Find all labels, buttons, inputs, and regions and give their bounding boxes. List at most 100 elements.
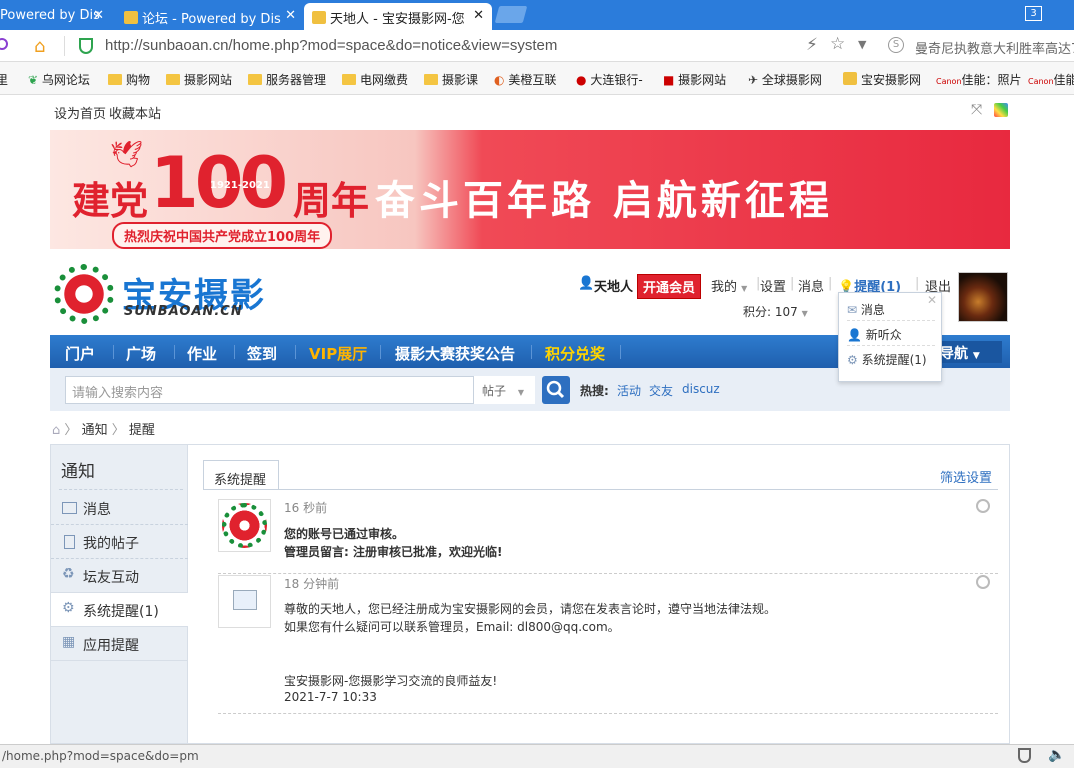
user-icon: 👤	[578, 276, 595, 291]
nav-contest[interactable]: 摄影大赛获奖公告	[395, 343, 515, 364]
system-notice-icon	[233, 590, 257, 610]
nav-portal[interactable]: 门户	[65, 343, 95, 364]
nav-points-exchange[interactable]: 积分兑奖	[545, 343, 605, 364]
popup-system-reminders[interactable]: ⚙ 系统提醒(1)	[847, 351, 927, 368]
envelope-icon	[62, 502, 77, 514]
tab-system-reminders[interactable]: 系统提醒	[203, 460, 279, 490]
gear-icon: ⚙	[62, 600, 75, 616]
status-url: /home.php?mod=space&do=pm	[2, 749, 199, 763]
favicon-icon	[312, 11, 326, 24]
nav-homework[interactable]: 作业	[187, 343, 217, 364]
sidebar-item-interaction[interactable]: ♻ 坛友互动	[51, 559, 188, 593]
url-field[interactable]: http://sunbaoan.cn/home.php?mod=space&do…	[105, 37, 557, 54]
nav-square[interactable]: 广场	[126, 343, 156, 364]
bookmark-item[interactable]: Canon佳能：照片	[936, 71, 1022, 88]
browser-tab-bar: Powered by Dis ✕ 论坛 - Powered by Dis ✕ 天…	[0, 0, 1074, 30]
news-ticker[interactable]: 曼奇尼执教意大利胜率高达75	[915, 38, 1074, 57]
tab-count-badge[interactable]: 3	[1025, 6, 1042, 21]
sidebar-item-app-reminders[interactable]: ▦ 应用提醒	[51, 627, 188, 661]
points-menu[interactable]: 积分: 107 ▼	[743, 303, 808, 320]
folder-icon	[108, 74, 122, 85]
notice-icon[interactable]	[218, 575, 271, 628]
speaker-icon[interactable]: 🔈	[1048, 747, 1065, 763]
browser-logo-icon[interactable]	[0, 38, 8, 50]
browser-tab-1[interactable]: Powered by Dis ✕	[0, 3, 112, 30]
notice-date: 2021-7-7 10:33	[284, 690, 377, 704]
sidebar-item-messages[interactable]: 消息	[51, 491, 188, 525]
folder-icon	[342, 74, 356, 85]
filter-settings-link[interactable]: 筛选设置	[940, 467, 992, 486]
bookmark-folder[interactable]: 服务器管理	[248, 71, 326, 88]
bookmark-item[interactable]: Canon佳能	[1028, 71, 1074, 88]
favicon-icon	[124, 11, 138, 24]
messages-link[interactable]: 消息	[798, 276, 824, 295]
canon-icon: Canon	[936, 77, 962, 86]
search-engine-icon[interactable]: S	[888, 37, 904, 53]
avatar[interactable]	[958, 272, 1008, 322]
bookmark-folder[interactable]: 摄影网站	[166, 71, 232, 88]
bookmark-folder[interactable]: 购物	[108, 71, 150, 88]
home-icon[interactable]: ⌂	[34, 36, 45, 57]
search-button[interactable]	[542, 376, 570, 404]
bookmark-site-link[interactable]: 收藏本站	[109, 103, 161, 122]
settings-link[interactable]: 设置	[760, 276, 786, 295]
home-icon[interactable]: ⌂	[52, 423, 60, 438]
nav-checkin[interactable]: 签到	[247, 343, 277, 364]
search-input[interactable]: 请输入搜索内容	[65, 376, 535, 404]
theme-icon[interactable]	[994, 103, 1008, 117]
sidebar-item-system-reminders[interactable]: ⚙ 系统提醒(1)	[51, 593, 188, 627]
bookmark-item[interactable]: ❦ 乌网论坛	[28, 71, 90, 88]
ignore-icon[interactable]	[976, 575, 990, 589]
hot-search-link[interactable]: 交友	[649, 382, 673, 399]
nav-vip-gallery[interactable]: VIP展厅	[309, 343, 367, 364]
popup-new-listeners[interactable]: 👤 新听众	[847, 326, 902, 343]
close-icon[interactable]: ✕	[93, 8, 104, 23]
close-icon[interactable]: ✕	[285, 8, 296, 23]
mine-menu[interactable]: 我的 ▼	[711, 276, 747, 295]
bookmark-folder[interactable]: 电网缴费	[342, 71, 408, 88]
chevron-down-icon: ▼	[972, 351, 980, 361]
hot-search-label: 热搜:	[580, 384, 609, 398]
lightning-icon[interactable]: ⚡	[806, 35, 818, 55]
bookmark-item[interactable]: ◐ 美橙互联	[494, 71, 556, 88]
shield-icon[interactable]	[79, 38, 93, 54]
vip-button[interactable]: 开通会员	[637, 274, 702, 299]
fullscreen-icon[interactable]: ⤧	[971, 102, 982, 118]
set-homepage-link[interactable]: 设为首页	[54, 103, 106, 122]
breadcrumb-notice[interactable]: 通知	[82, 423, 108, 438]
bookmark-item[interactable]: ■ 摄影网站	[663, 71, 726, 88]
new-tab-button[interactable]	[494, 6, 528, 23]
ignore-icon[interactable]	[976, 499, 990, 513]
bookmark-icon: ■	[663, 73, 675, 87]
hot-search-link[interactable]: discuz	[682, 382, 720, 396]
close-icon[interactable]: ✕	[927, 293, 937, 307]
site-logo-icon	[222, 503, 267, 548]
bookmark-folder[interactable]: 摄影课	[424, 71, 478, 88]
breadcrumb-reminder[interactable]: 提醒	[129, 423, 155, 438]
hot-search-link[interactable]: 活动	[617, 382, 641, 399]
sidebar-title: 通知	[61, 462, 95, 482]
search-type-select[interactable]: 帖子 ▼	[473, 376, 535, 404]
bookmark-item[interactable]: ✈ 全球摄影网	[748, 71, 822, 88]
grid-icon: ▦	[62, 634, 76, 650]
sidebar-item-my-posts[interactable]: 我的帖子	[51, 525, 188, 559]
bookmark-item[interactable]: 宝安摄影网	[843, 71, 921, 88]
close-icon[interactable]: ✕	[473, 8, 484, 23]
notice-text: 尊敬的天地人，您已经注册成为宝安摄影网的会员，请您在发表言论时，遵守当地法律法规…	[284, 602, 777, 616]
notice-avatar[interactable]	[218, 499, 271, 552]
folder-icon	[166, 74, 180, 85]
browser-tab-2[interactable]: 论坛 - Powered by Dis ✕	[116, 3, 304, 30]
star-icon[interactable]: ☆	[830, 34, 845, 54]
user-icon: 👤	[847, 328, 862, 342]
popup-messages[interactable]: ✉ 消息	[847, 301, 885, 318]
shield-icon[interactable]	[1018, 748, 1031, 763]
bookmark-fragment[interactable]: 里	[0, 71, 8, 88]
notice-text: 宝安摄影网-您摄影学习交流的良师益友!	[284, 674, 498, 688]
browser-tab-3-active[interactable]: 天地人 - 宝安摄影网-您 ✕	[304, 3, 492, 30]
banner-suffix: 周年	[293, 178, 370, 223]
chevron-down-icon[interactable]: ▼	[858, 38, 866, 51]
username-link[interactable]: 天地人	[594, 276, 633, 295]
bookmark-item[interactable]: ● 大连银行-	[576, 71, 643, 88]
banner-slogan: 奋斗百年路 启航新征程	[375, 177, 833, 224]
bookmarks-bar: 里 ❦ 乌网论坛 购物 摄影网站 服务器管理 电网缴费 摄影课 ◐ 美橙互联 ●…	[0, 62, 1074, 95]
